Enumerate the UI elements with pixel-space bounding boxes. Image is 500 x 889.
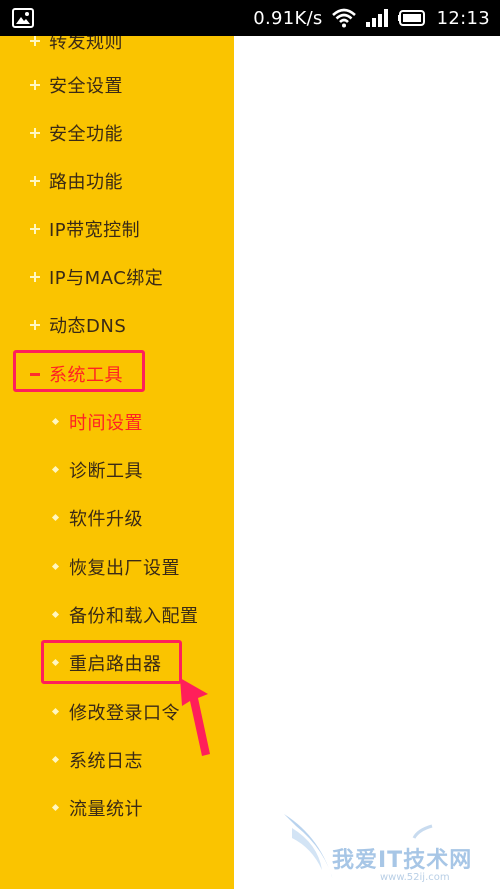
submenu-item-label: 重启路由器 [69,654,162,675]
menu-item-label: 动态DNS [49,316,127,337]
menu-item-system-tools[interactable]: 系统工具 [0,354,234,394]
clock: 12:13 [436,7,490,29]
diamond-icon [52,611,60,619]
submenu-item-diagnostics[interactable]: 诊断工具 [0,450,234,490]
image-icon [12,8,34,28]
diamond-icon [52,708,60,716]
diamond-icon [52,418,60,426]
battery-icon [397,8,428,28]
menu-item-routing-functions[interactable]: 路由功能 [0,161,234,201]
plus-icon [30,320,40,330]
diamond-icon [52,514,60,522]
menu-item-security-settings[interactable]: 安全设置 [0,65,234,105]
submenu-item-label: 软件升级 [69,509,143,530]
router-menu-sidebar: 转发规则 安全设置 安全功能 路由功能 IP带宽控制 IP与MAC绑定 动态DN… [0,36,234,889]
signal-icon [365,8,389,28]
submenu-item-time-settings[interactable]: 时间设置 [0,402,234,442]
submenu-item-backup-restore[interactable]: 备份和载入配置 [0,595,234,635]
plus-icon [30,128,40,138]
diamond-icon [52,466,60,474]
diamond-icon [52,659,60,667]
network-speed: 0.91K/s [253,7,323,29]
plus-icon [30,80,40,90]
submenu-item-firmware-upgrade[interactable]: 软件升级 [0,498,234,538]
menu-item-security-functions[interactable]: 安全功能 [0,113,234,153]
submenu-item-reboot-router[interactable]: 重启路由器 [0,643,234,683]
plus-icon [30,36,40,46]
submenu-item-label: 系统日志 [69,751,143,772]
menu-item-port-forwarding[interactable]: 转发规则 [0,36,234,61]
menu-item-label: 转发规则 [49,36,123,53]
diamond-icon [52,563,60,571]
submenu-item-factory-reset[interactable]: 恢复出厂设置 [0,547,234,587]
menu-item-label: 路由功能 [49,172,123,193]
watermark: 我爱IT技术网 www.52ij.com [282,808,500,889]
submenu-item-traffic-stats[interactable]: 流量统计 [0,788,234,828]
submenu-item-label: 备份和载入配置 [69,606,199,627]
submenu-item-label: 修改登录口令 [69,703,180,724]
watermark-text: 我爱IT技术网 [332,848,473,873]
submenu-item-label: 诊断工具 [69,461,143,482]
submenu-item-change-password[interactable]: 修改登录口令 [0,692,234,732]
submenu-item-system-log[interactable]: 系统日志 [0,740,234,780]
menu-item-dynamic-dns[interactable]: 动态DNS [0,305,234,345]
watermark-url: www.52ij.com [380,872,450,883]
wifi-icon [331,8,356,28]
plus-icon [30,176,40,186]
menu-item-ip-mac-binding[interactable]: IP与MAC绑定 [0,257,234,297]
menu-item-label: IP与MAC绑定 [49,268,164,289]
plus-icon [30,224,40,234]
menu-item-label: 系统工具 [49,365,123,386]
submenu-item-label: 恢复出厂设置 [69,558,180,579]
minus-icon [30,369,40,379]
plus-icon [30,272,40,282]
submenu-item-label: 时间设置 [69,413,143,434]
diamond-icon [52,804,60,812]
watermark-swoosh-icon [284,814,433,884]
menu-item-label: IP带宽控制 [49,220,141,241]
menu-item-ip-bandwidth[interactable]: IP带宽控制 [0,209,234,249]
submenu-item-label: 流量统计 [69,799,143,820]
status-bar: 0.91K/s 12:13 [0,0,500,36]
menu-item-label: 安全设置 [49,76,123,97]
menu-item-label: 安全功能 [49,124,123,145]
diamond-icon [52,756,60,764]
